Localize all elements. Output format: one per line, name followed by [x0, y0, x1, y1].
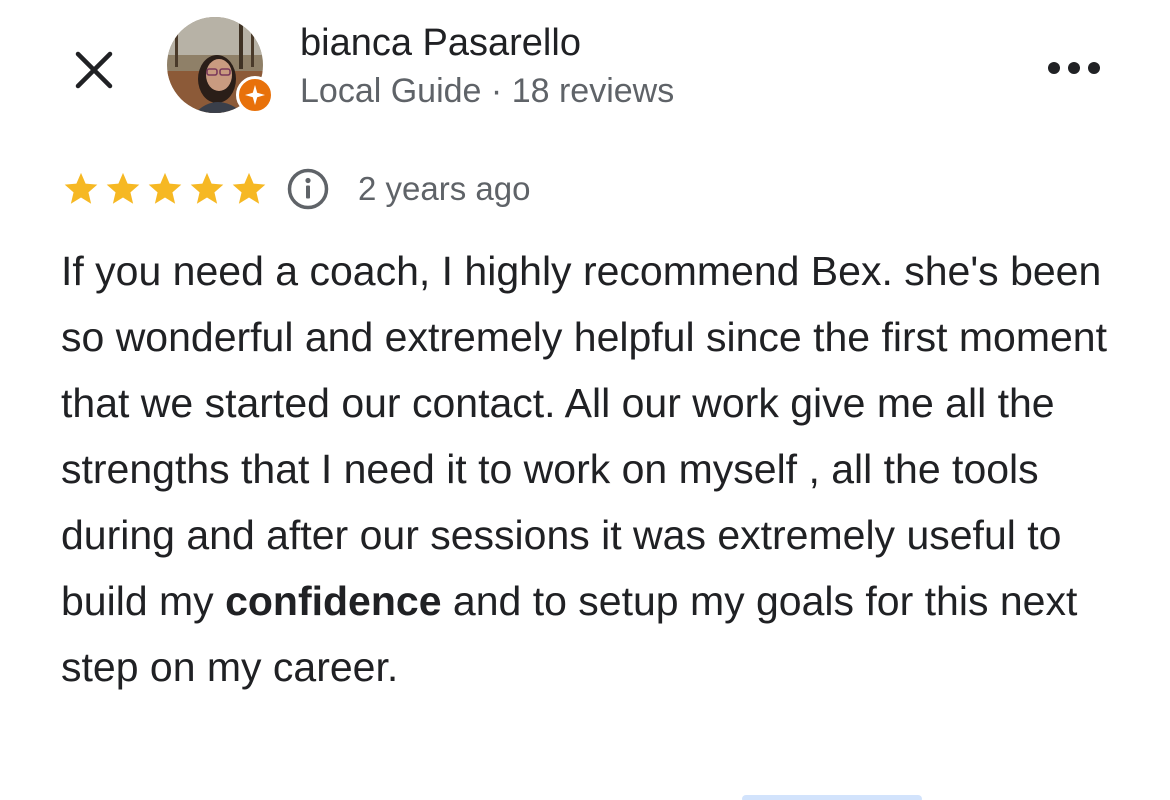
review-text: If you need a coach, I highly recommend … [61, 238, 1121, 700]
info-icon [287, 168, 329, 210]
more-horizontal-icon [1048, 62, 1100, 74]
review-text-part-1: If you need a coach, I highly recommend … [61, 248, 1108, 624]
reviewer-avatar-container[interactable] [167, 17, 274, 114]
bottom-button-edge[interactable] [742, 795, 922, 800]
review-timestamp: 2 years ago [358, 170, 531, 207]
reviewer-meta: Local Guide · 18 reviews [300, 70, 674, 112]
star-icon [148, 172, 182, 204]
rating-row: 2 years ago [62, 164, 530, 214]
meta-separator: · [490, 72, 503, 110]
info-button[interactable] [286, 167, 330, 211]
star-icon [106, 172, 140, 204]
star-icon [190, 172, 224, 204]
review-detail-page: bianca Pasarello Local Guide · 18 review… [0, 0, 1170, 800]
local-guide-badge [236, 76, 274, 114]
reviews-count: 18 reviews [511, 72, 675, 110]
local-guide-label: Local Guide [300, 72, 482, 110]
star-rating [62, 170, 268, 208]
more-options-button[interactable] [1040, 46, 1108, 90]
reviewer-name[interactable]: bianca Pasarello [300, 21, 581, 65]
star-icon [64, 172, 98, 204]
star-icon [232, 172, 266, 204]
review-text-bold: confidence [225, 578, 442, 624]
close-button[interactable] [68, 44, 120, 96]
close-icon [75, 51, 113, 89]
local-guide-badge-icon [245, 85, 265, 105]
